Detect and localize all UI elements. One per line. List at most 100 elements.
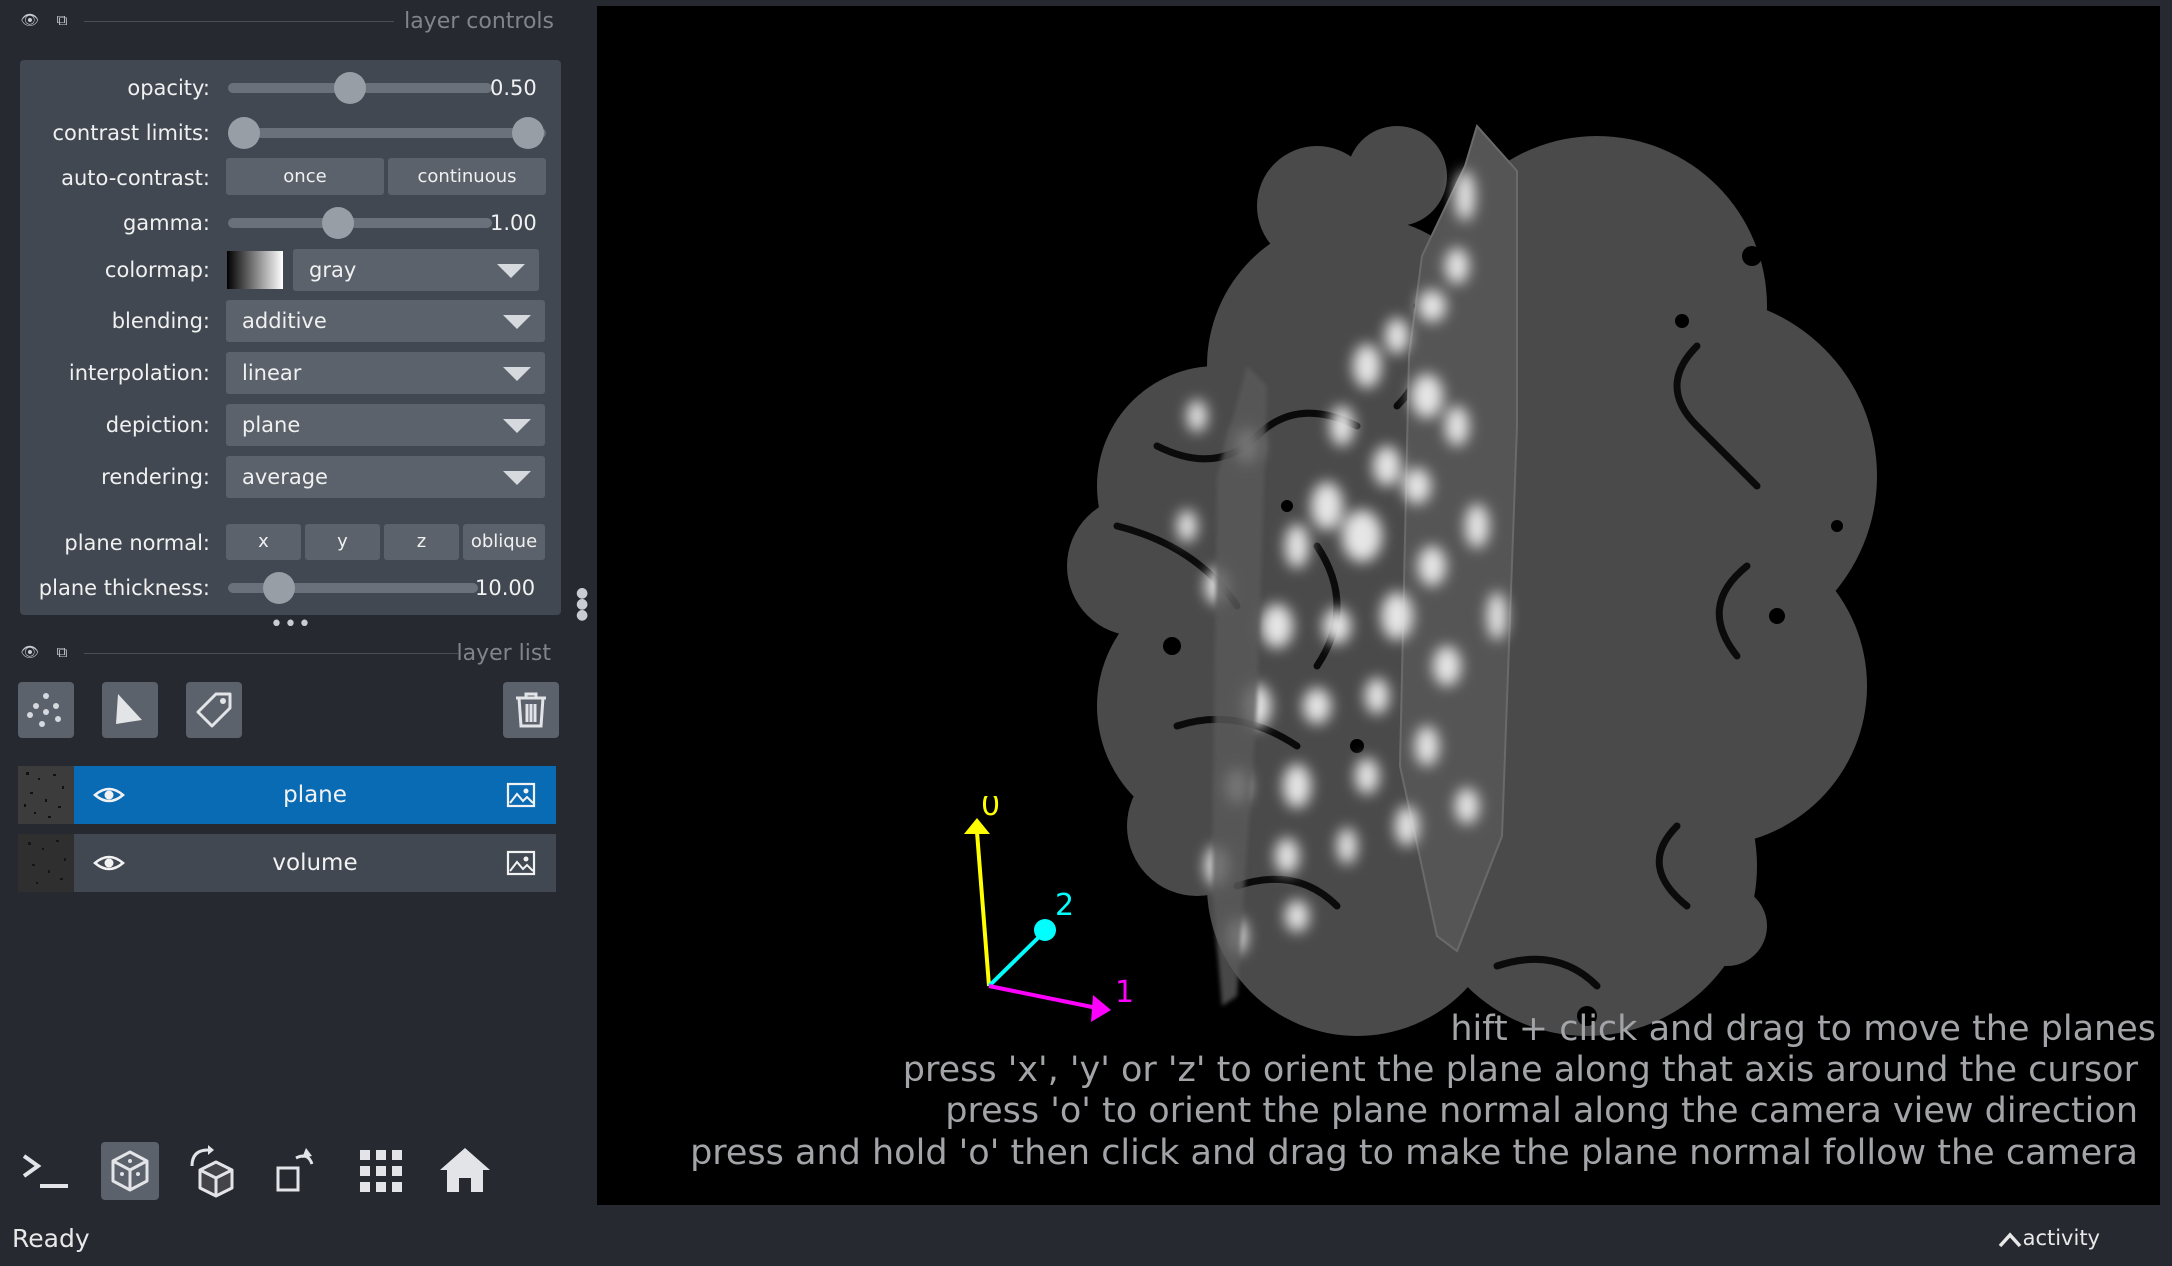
float-panel-icon[interactable]: ⧉ — [52, 10, 72, 30]
grid-mode-button[interactable] — [352, 1142, 410, 1200]
roll-dimensions-button[interactable] — [184, 1142, 242, 1200]
axis-1-line — [988, 984, 1098, 1010]
activity-label: activity — [2022, 1226, 2100, 1250]
axis-0-line — [975, 831, 991, 987]
chevron-down-icon — [497, 264, 525, 278]
plane-normal-label: plane normal: — [64, 531, 210, 555]
reset-view-button[interactable] — [436, 1142, 494, 1200]
plane-thickness-slider-handle[interactable] — [263, 572, 295, 604]
plane-thickness-value: 10.00 — [475, 576, 536, 600]
transpose-icon — [276, 1148, 314, 1192]
tag-icon — [196, 692, 232, 728]
interpolation-value: linear — [242, 361, 302, 385]
axes-widget: 0 2 1 — [964, 796, 1134, 1022]
shapes-icon — [116, 694, 142, 724]
dock-resize-handle[interactable]: ● ● ● — [576, 586, 588, 624]
contrast-high-handle[interactable] — [512, 117, 544, 149]
layer-body[interactable]: volume — [74, 834, 556, 892]
chevron-down-icon — [503, 367, 531, 381]
blending-select[interactable]: additive — [226, 300, 545, 342]
transpose-dimensions-button[interactable] — [268, 1142, 326, 1200]
new-points-layer-button[interactable] — [18, 682, 74, 738]
interpolation-select[interactable]: linear — [226, 352, 545, 394]
panel-splitter-handle[interactable]: ••• — [270, 612, 312, 637]
activity-button[interactable]: activity — [1998, 1222, 2100, 1254]
hint-line-1: hift + click and drag to move the planes — [1450, 1009, 2156, 1049]
plane-normal-oblique-button[interactable]: oblique — [463, 524, 545, 560]
rendering-label: rendering: — [101, 465, 210, 489]
trash-icon — [516, 692, 546, 728]
contrast-limits-slider[interactable] — [228, 128, 546, 138]
contrast-limits-label: contrast limits: — [52, 121, 211, 145]
plane-normal-z-button[interactable]: z — [384, 524, 459, 560]
new-labels-layer-button[interactable] — [186, 682, 242, 738]
plane-thickness-label: plane thickness: — [38, 576, 210, 600]
toggle-ndisplay-button[interactable] — [101, 1142, 159, 1200]
depiction-value: plane — [242, 413, 301, 437]
chevron-up-icon — [1998, 1232, 2021, 1248]
layer-thumbnail — [18, 834, 74, 892]
colormap-select[interactable]: gray — [293, 249, 539, 291]
colormap-label: colormap: — [104, 258, 210, 282]
axis-2-arrowhead — [1034, 919, 1056, 941]
axis-2-label: 2 — [1055, 888, 1074, 923]
float-panel-icon[interactable]: ⧉ — [52, 642, 72, 662]
hint-line-2: press 'x', 'y' or 'z' to orient the plan… — [902, 1050, 2138, 1090]
layer-controls-panel: opacity: 0.50 contrast limits: auto-cont… — [20, 60, 561, 615]
viewer-canvas[interactable]: 0 2 1 hift + click and drag to move the … — [597, 6, 2160, 1205]
plane-normal-x-button[interactable]: x — [226, 524, 301, 560]
layer-controls-title: layer controls — [404, 9, 554, 34]
layer-thumbnail — [18, 766, 74, 824]
auto-contrast-label: auto-contrast: — [61, 166, 210, 190]
eye-toggle-icon[interactable]: 👁 — [20, 642, 40, 662]
header-rule — [84, 653, 458, 654]
status-text: Ready — [12, 1224, 90, 1253]
roll-cube-icon — [190, 1145, 234, 1198]
image-layer-icon — [506, 850, 536, 876]
points-icon — [27, 693, 61, 727]
gamma-value: 1.00 — [490, 211, 537, 235]
layer-item-volume[interactable]: volume — [18, 834, 556, 892]
depiction-label: depiction: — [105, 413, 210, 437]
rendering-select[interactable]: average — [226, 456, 545, 498]
axis-1-label: 1 — [1115, 975, 1134, 1010]
layer-list-header: 👁 ⧉ layer list — [14, 642, 551, 666]
chevron-down-icon — [503, 419, 531, 433]
home-icon — [440, 1148, 490, 1192]
eye-toggle-icon[interactable]: 👁 — [20, 10, 40, 30]
gamma-label: gamma: — [122, 211, 210, 235]
rendering-value: average — [242, 465, 328, 489]
contrast-low-handle[interactable] — [228, 117, 260, 149]
blending-value: additive — [242, 309, 327, 333]
layer-item-plane[interactable]: plane — [18, 766, 556, 824]
image-layer-icon — [506, 782, 536, 808]
blending-label: blending: — [111, 309, 210, 333]
gamma-slider[interactable] — [228, 218, 492, 228]
chevron-down-icon — [503, 315, 531, 329]
header-rule — [84, 21, 394, 22]
colormap-preview — [227, 251, 283, 289]
axis-0-label: 0 — [981, 796, 1000, 823]
axis-1-arrowhead — [1091, 995, 1111, 1022]
opacity-label: opacity: — [127, 76, 210, 100]
cube-3d-icon — [111, 1150, 149, 1192]
opacity-value: 0.50 — [490, 76, 537, 100]
layer-name: volume — [272, 850, 358, 876]
chevron-down-icon — [503, 471, 531, 485]
axis-2-line — [987, 932, 1044, 988]
layer-name: plane — [283, 782, 347, 808]
console-button[interactable] — [16, 1142, 74, 1200]
opacity-slider-handle[interactable] — [334, 72, 366, 104]
grid-icon — [360, 1150, 402, 1192]
auto-contrast-continuous-button[interactable]: continuous — [388, 158, 546, 195]
delete-layer-button[interactable] — [503, 682, 559, 738]
hint-line-4: press and hold 'o' then click and drag t… — [690, 1133, 2138, 1173]
layer-body[interactable]: plane — [74, 766, 556, 824]
plane-normal-y-button[interactable]: y — [305, 524, 380, 560]
gamma-slider-handle[interactable] — [322, 207, 354, 239]
depiction-select[interactable]: plane — [226, 404, 545, 446]
auto-contrast-once-button[interactable]: once — [226, 158, 384, 195]
interpolation-label: interpolation: — [68, 361, 210, 385]
new-shapes-layer-button[interactable] — [102, 682, 158, 738]
terminal-icon — [22, 1154, 68, 1188]
